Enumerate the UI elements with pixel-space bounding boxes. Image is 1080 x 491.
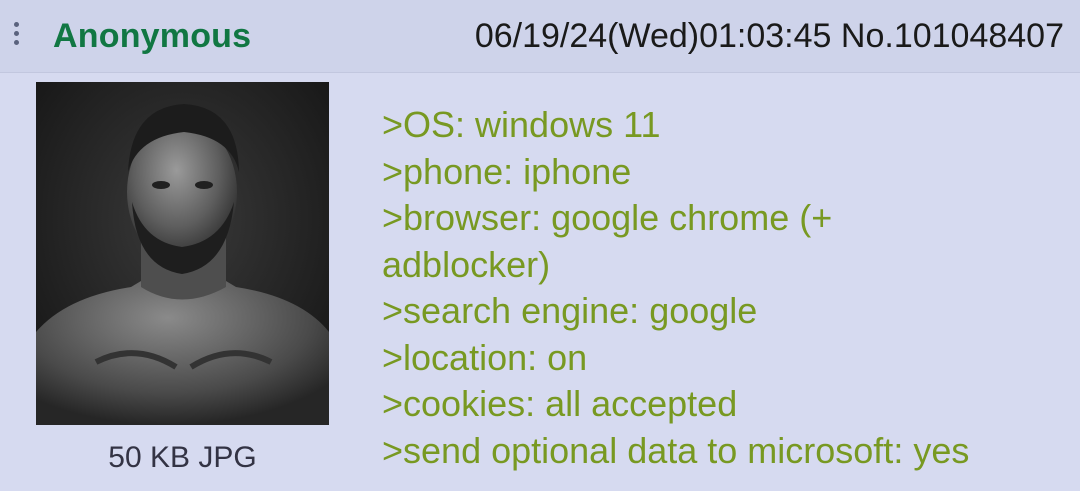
greentext-line: >send optional data to microsoft: yes <box>382 429 970 471</box>
author-name: Anonymous <box>53 17 252 55</box>
post-header: Anonymous 06/19/24(Wed)01:03:45 No.10104… <box>0 0 1080 73</box>
post-body: >OS: windows 11 >phone: iphone >browser:… <box>382 102 1062 474</box>
greentext-line: >search engine: google <box>382 290 758 331</box>
greentext-line: adblocker) <box>382 243 551 285</box>
post-container: Anonymous 06/19/24(Wed)01:03:45 No.10104… <box>0 0 1080 491</box>
post-datetime: 06/19/24(Wed)01:03:45 <box>474 17 832 55</box>
file-info[interactable]: 50 KB JPG <box>36 438 329 478</box>
greentext-line: >browser: google chrome (+ <box>382 197 833 238</box>
post-number[interactable]: No.101048407 <box>841 17 1064 55</box>
post-meta: 06/19/24(Wed)01:03:45 No.101048407 <box>475 14 1064 58</box>
greentext-line: >OS: windows 11 <box>382 104 661 145</box>
greentext-line: >cookies: all accepted <box>382 383 738 424</box>
vertical-dots-icon[interactable] <box>8 22 24 54</box>
post-thumbnail-image[interactable] <box>36 82 329 425</box>
greentext-line: >phone: iphone <box>382 150 632 192</box>
greentext-line: >location: on <box>382 336 588 378</box>
